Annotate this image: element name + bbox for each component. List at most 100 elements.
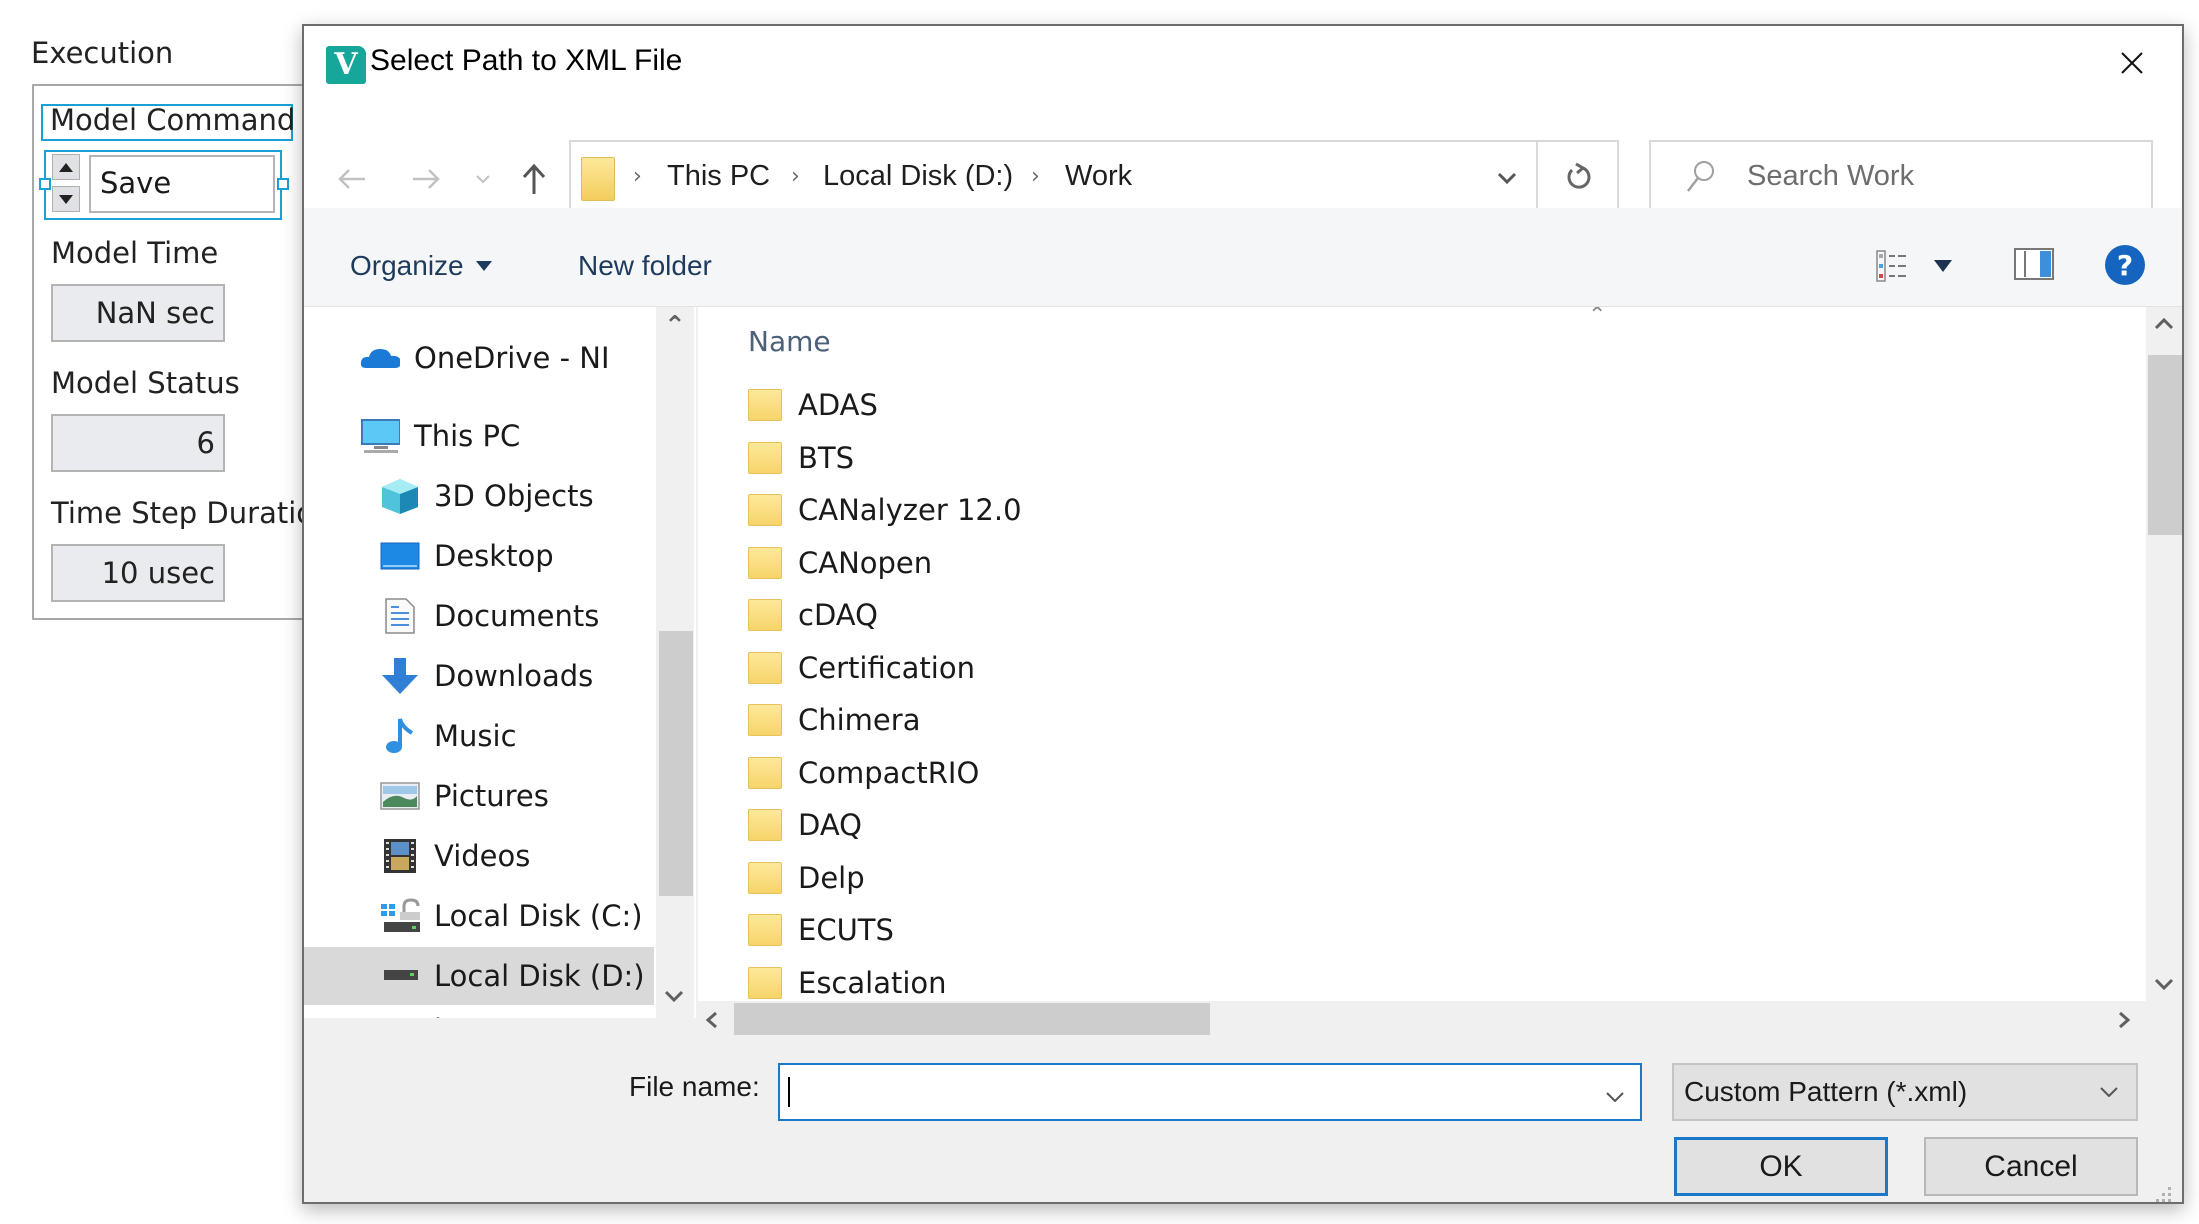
file-list-item[interactable]: BTS [748,432,854,484]
nav-item-pictures[interactable]: Pictures [304,767,654,825]
local-disk-c-icon [380,898,420,934]
execution-section-title: Execution [31,36,174,70]
file-list-item[interactable]: Chimera [748,694,920,746]
caret-down-icon [475,261,492,271]
app-logo-icon: V [326,46,366,84]
file-list-horizontal-scrollbar[interactable] [698,1001,2146,1037]
folder-icon [748,809,782,841]
column-header-name[interactable]: Name [748,325,831,358]
nav-item-downloads[interactable]: Downloads [304,647,654,705]
nav-item-onedrive[interactable]: OneDrive - NI [304,329,654,387]
refresh-button[interactable] [1536,140,1619,214]
folder-icon [748,966,782,999]
vertical-scroll-thumb[interactable] [2148,355,2182,535]
nav-item-label: Pictures [434,779,549,813]
search-input[interactable]: Search Work [1649,140,2153,214]
scroll-down-icon[interactable] [664,987,684,1006]
nav-item-this-pc[interactable]: This PC [304,407,654,465]
nav-item-local-disk-d[interactable]: Local Disk (D:) [304,947,654,1005]
file-type-filter-select[interactable]: Custom Pattern (*.xml) [1672,1063,2138,1121]
nav-item-desktop[interactable]: Desktop [304,527,654,585]
resize-grip-icon[interactable] [2156,1187,2172,1203]
back-button[interactable] [330,156,374,202]
cancel-button[interactable]: Cancel [1924,1137,2138,1196]
navigation-scroll-thumb[interactable] [659,631,693,896]
preview-pane-button[interactable] [2014,248,2054,284]
model-command-value[interactable]: Save [89,155,275,213]
arrow-left-icon [338,169,365,189]
file-list-item[interactable]: Delp [748,852,865,904]
help-button[interactable]: ? [2104,244,2146,290]
folder-icon [748,914,782,946]
chevron-down-icon [1606,1092,1624,1103]
breadcrumb-this-pc[interactable]: This PC [667,160,770,193]
file-name: CANopen [798,545,933,580]
breadcrumb-work[interactable]: Work [1065,160,1132,193]
close-icon [2121,52,2143,74]
file-name: Escalation [798,965,947,1000]
navigation-pane: OneDrive - NI This PC 3D Objects Desktop… [304,307,696,1018]
this-pc-icon [360,418,400,454]
nav-item-label: Videos [434,839,531,873]
arrow-right-icon [413,169,440,189]
scroll-right-icon[interactable] [2118,1011,2131,1033]
file-name-input[interactable] [778,1063,1642,1121]
breadcrumb-local-disk-d[interactable]: Local Disk (D:) [823,160,1013,193]
nav-item-label: Local Disk (D:) [434,959,645,993]
up-button[interactable] [514,156,554,202]
nav-item-3d-objects[interactable]: 3D Objects [304,467,654,525]
scroll-left-icon[interactable] [705,1011,718,1033]
horizontal-scroll-thumb[interactable] [734,1003,1210,1035]
nav-item-music[interactable]: Music [304,707,654,765]
nav-item-label: http://10.144.13 [434,1013,654,1018]
scroll-up-icon[interactable]: ⌃ [664,311,686,341]
folder-icon [748,441,782,474]
address-bar[interactable]: › This PC › Local Disk (D:) › Work [569,140,1619,214]
dialog-footer: File name: Custom Pattern (*.xml) OK Can… [304,1037,2182,1203]
folder-icon [748,756,782,789]
file-list-item[interactable]: DAQ [748,799,862,851]
scroll-up-icon[interactable] [2154,315,2174,334]
file-list-item[interactable]: ECUTS [748,904,894,956]
organize-menu-button[interactable]: Organize [350,250,492,282]
change-view-button[interactable] [1876,250,1952,282]
resize-handle-right[interactable] [277,178,289,190]
nav-item-videos[interactable]: Videos [304,827,654,885]
nav-item-label: Desktop [434,539,554,573]
close-button[interactable] [2104,38,2160,88]
dialog-title: Select Path to XML File [370,44,683,77]
file-list-item[interactable]: Escalation [748,957,947,1002]
file-list-item[interactable]: ADAS [748,379,878,431]
nav-item-documents[interactable]: Documents [304,587,654,645]
nav-item-network-drive[interactable]: http://10.144.13 [304,1001,654,1018]
file-list-item[interactable]: CANalyzer 12.0 [748,484,1022,536]
navigation-scrollbar[interactable]: ⌃ [656,307,694,1018]
file-list-vertical-scrollbar[interactable] [2146,307,2182,1018]
recent-locations-button[interactable] [470,156,496,202]
file-list-item[interactable]: Certification [748,642,975,694]
file-name-history-dropdown[interactable] [1606,1087,1624,1106]
refresh-icon [1566,162,1590,189]
documents-icon [380,598,420,634]
decrement-button[interactable] [52,186,80,212]
ok-button[interactable]: OK [1674,1137,1888,1196]
resize-handle-left[interactable] [39,178,51,190]
3d-objects-icon [380,478,420,514]
nav-item-local-disk-c[interactable]: Local Disk (C:) [304,887,654,945]
file-list-item[interactable]: CANopen [748,537,932,589]
help-icon: ? [2105,245,2145,285]
file-name: CompactRIO [798,755,980,790]
preview-pane-icon [2014,248,2054,280]
search-placeholder: Search Work [1747,160,1915,192]
search-icon [1687,161,1714,192]
title-bar[interactable]: V Select Path to XML File [304,26,2182,126]
increment-button[interactable] [52,154,80,180]
file-list-item[interactable]: cDAQ [748,589,878,641]
chevron-down-icon [1497,172,1517,184]
scroll-down-icon[interactable] [2154,975,2174,994]
nav-item-label: Local Disk (C:) [434,899,643,933]
file-list-item[interactable]: CompactRIO [748,747,979,799]
forward-button[interactable] [404,156,448,202]
new-folder-button[interactable]: New folder [578,250,712,282]
address-history-dropdown[interactable] [1487,162,1527,194]
